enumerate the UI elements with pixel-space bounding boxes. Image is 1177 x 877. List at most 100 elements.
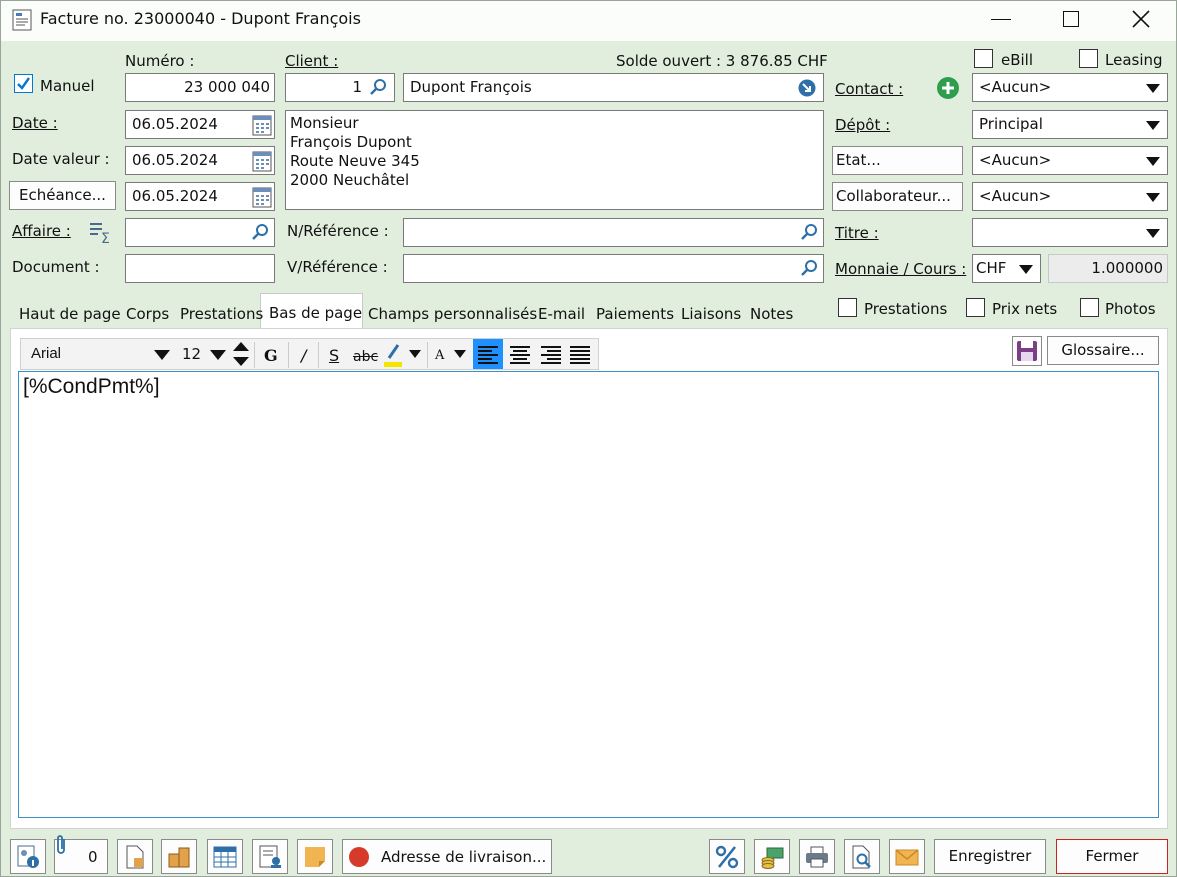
collaborateur-select[interactable]: <Aucun>	[972, 182, 1168, 211]
tab-email[interactable]: E-mail	[538, 305, 585, 323]
monnaie-select[interactable]: CHF	[972, 254, 1041, 283]
calendar-icon[interactable]	[252, 186, 272, 212]
document-icon	[126, 845, 144, 868]
vref-search-icon[interactable]	[799, 259, 819, 283]
tab-champs-personnalises[interactable]: Champs personnalisés	[368, 305, 537, 323]
calendar-icon[interactable]	[252, 150, 272, 176]
preview-button[interactable]	[844, 839, 880, 874]
add-contact-icon[interactable]	[936, 76, 960, 104]
prix-nets-checkbox[interactable]	[966, 298, 985, 317]
cours-field[interactable]: 1.000000	[1048, 254, 1168, 283]
email-button[interactable]	[889, 839, 925, 874]
tab-corps[interactable]: Corps	[126, 305, 169, 323]
toolbar-separator	[254, 342, 255, 368]
underline-button[interactable]: S	[329, 347, 339, 365]
close-icon[interactable]	[1131, 9, 1151, 33]
tab-paiements[interactable]: Paiements	[596, 305, 674, 323]
tab-haut-de-page[interactable]: Haut de page	[19, 305, 121, 323]
client-name-field[interactable]: Dupont François	[403, 73, 824, 102]
print-button[interactable]	[799, 839, 835, 874]
affaire-search-icon[interactable]	[250, 223, 270, 247]
editor-area[interactable]: [%CondPmt%]	[18, 371, 1159, 818]
calendar-icon[interactable]	[252, 114, 272, 140]
fermer-button[interactable]: Fermer	[1056, 839, 1168, 874]
address-box[interactable]: Monsieur François Dupont Route Neuve 345…	[285, 110, 824, 210]
attachments-button[interactable]: 0	[54, 835, 108, 874]
glossaire-button[interactable]: Glossaire...	[1047, 336, 1159, 365]
tab-notes[interactable]: Notes	[750, 305, 793, 323]
etat-button[interactable]: Etat...	[832, 146, 963, 175]
strikethrough-button[interactable]: abc	[353, 348, 378, 366]
leasing-label: Leasing	[1105, 51, 1163, 69]
boxes-icon	[168, 847, 190, 867]
depot-select[interactable]: Principal	[972, 110, 1168, 139]
etat-select[interactable]: <Aucun>	[972, 146, 1168, 175]
table-button[interactable]	[207, 839, 243, 874]
chevron-down-icon[interactable]	[409, 350, 421, 358]
prestations-checkbox[interactable]	[838, 298, 857, 317]
minimize-icon[interactable]	[991, 19, 1011, 20]
font-color-button[interactable]: A	[435, 347, 444, 365]
titre-select[interactable]	[972, 218, 1168, 247]
collaborateur-button[interactable]: Collaborateur...	[832, 182, 963, 211]
vref-field[interactable]	[403, 254, 824, 283]
print-preview-icon	[852, 845, 871, 868]
font-size-value: 12	[182, 345, 202, 363]
date-valeur-value: 06.05.2024	[132, 151, 218, 169]
document-button[interactable]	[117, 839, 153, 874]
italic-button[interactable]: /	[301, 347, 306, 365]
enregistrer-button[interactable]: Enregistrer	[934, 839, 1046, 874]
chevron-down-icon	[1146, 193, 1160, 202]
font-select[interactable]: Arial	[22, 340, 174, 368]
align-justify-icon[interactable]	[565, 339, 595, 373]
note-button[interactable]	[297, 839, 333, 874]
align-right-icon[interactable]	[536, 339, 566, 373]
collaborateur-button-label: Collaborateur...	[836, 187, 951, 205]
client-info-icon	[17, 845, 39, 868]
client-search-icon[interactable]	[368, 78, 388, 102]
adresse-livraison-label: Adresse de livraison...	[381, 848, 547, 866]
prestations-option-label: Prestations	[864, 300, 948, 318]
client-open-icon[interactable]	[797, 78, 817, 102]
nref-search-icon[interactable]	[799, 223, 819, 247]
document-label: Document :	[12, 258, 100, 276]
discount-button[interactable]	[709, 839, 745, 874]
contact-select[interactable]: <Aucun>	[972, 73, 1168, 102]
etat-value: <Aucun>	[979, 151, 1052, 169]
maximize-icon[interactable]	[1063, 11, 1079, 27]
tab-prestations[interactable]: Prestations	[180, 305, 263, 323]
contact-card-button[interactable]	[252, 839, 288, 874]
save-format-button[interactable]	[1012, 336, 1042, 366]
address-line: Route Neuve 345	[290, 152, 420, 170]
chevron-down-icon	[1146, 229, 1160, 238]
bold-button[interactable]: G	[264, 347, 278, 365]
window-title: Facture no. 23000040 - Dupont François	[40, 9, 361, 28]
font-size-select[interactable]: 12	[176, 340, 229, 368]
app-icon	[12, 9, 32, 35]
align-left-button[interactable]	[473, 339, 503, 369]
printer-icon	[806, 846, 828, 867]
ebill-checkbox[interactable]	[974, 49, 993, 68]
highlighter-icon[interactable]	[382, 342, 404, 372]
client-info-button[interactable]	[10, 839, 46, 874]
tab-bas-de-page[interactable]: Bas de page	[269, 304, 362, 322]
document-field[interactable]	[125, 254, 275, 283]
chevron-down-icon[interactable]	[454, 350, 466, 358]
nref-field[interactable]	[403, 218, 824, 247]
align-center-icon[interactable]	[505, 339, 535, 373]
leasing-checkbox[interactable]	[1079, 49, 1098, 68]
affaire-label: Affaire :	[12, 222, 71, 240]
manuel-checkbox[interactable]	[14, 74, 33, 93]
toolbar-separator	[288, 342, 289, 368]
stock-button[interactable]	[161, 839, 197, 874]
monnaie-label: Monnaie / Cours :	[835, 260, 967, 278]
payment-button[interactable]	[754, 839, 790, 874]
numero-field[interactable]: 23 000 040	[125, 73, 275, 102]
affaire-sum-icon[interactable]: Σ	[88, 219, 114, 249]
size-stepper-icon[interactable]	[231, 340, 251, 372]
chevron-down-icon	[154, 350, 170, 360]
echeance-button[interactable]: Echéance...	[9, 181, 116, 210]
photos-checkbox[interactable]	[1080, 298, 1099, 317]
adresse-livraison-button[interactable]: Adresse de livraison...	[342, 839, 552, 874]
tab-liaisons[interactable]: Liaisons	[681, 305, 741, 323]
